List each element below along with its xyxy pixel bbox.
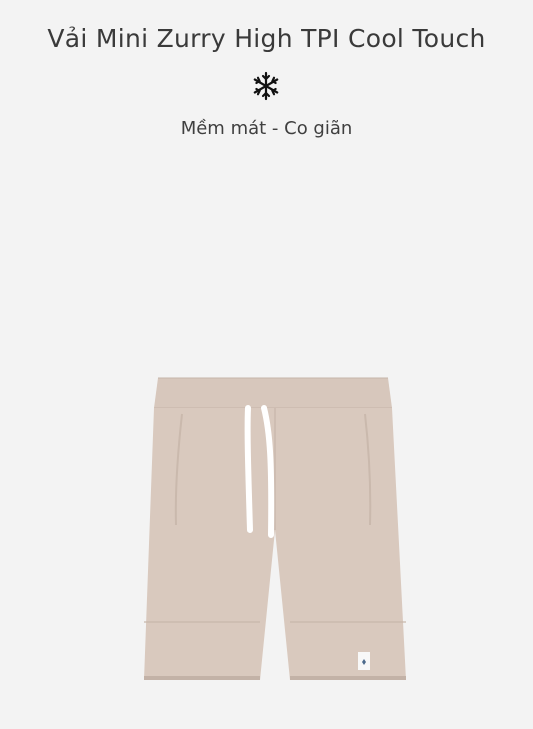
product-subtitle: Mềm mát - Co giãn: [180, 118, 353, 139]
snowflake-icon: [253, 71, 279, 101]
shorts-image: [144, 377, 406, 680]
product-title: Vải Mini Zurry High TPI Cool Touch: [47, 24, 486, 53]
